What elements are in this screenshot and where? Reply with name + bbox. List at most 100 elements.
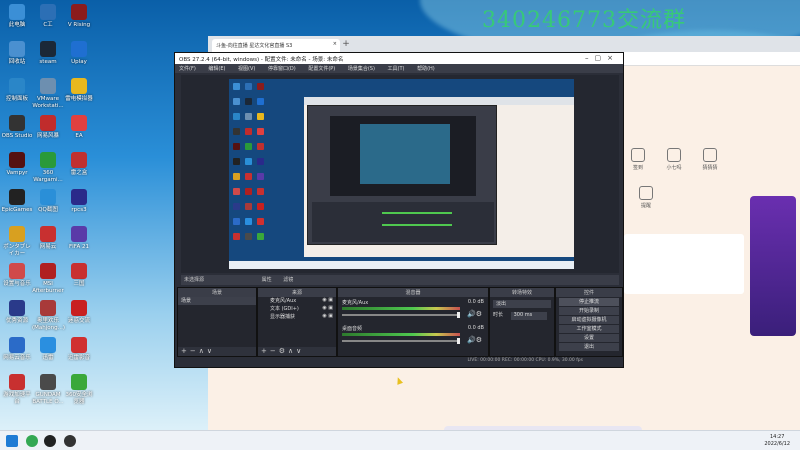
- studio-mode-button[interactable]: 工作室模式: [559, 325, 619, 333]
- desktop-icon[interactable]: ポンタブレイカー: [1, 226, 33, 258]
- preview-meter: [382, 212, 452, 214]
- menu-item[interactable]: 视图(V): [238, 66, 255, 72]
- preview-desktop-icon: [245, 113, 252, 120]
- desktop-icon[interactable]: 雷之盒: [63, 152, 95, 177]
- slider-knob[interactable]: [457, 312, 460, 318]
- desktop-icon[interactable]: steam: [32, 41, 64, 66]
- obs-preview[interactable]: [181, 75, 619, 273]
- desktop-icon[interactable]: FIFA 21: [63, 226, 95, 251]
- app-icon: [9, 78, 25, 94]
- preview-desktop-icon: [245, 83, 252, 90]
- desktop-icon[interactable]: 雷电模拟器: [63, 78, 95, 103]
- menu-item[interactable]: 配置文件(P): [308, 66, 335, 72]
- desktop-icon[interactable]: 迅雷影音: [63, 337, 95, 362]
- menu-item[interactable]: 编辑(E): [208, 66, 225, 72]
- slider-knob[interactable]: [457, 338, 460, 344]
- gift-banner[interactable]: [750, 196, 796, 336]
- app-icon: [9, 4, 25, 20]
- sources-dock: 来源 麦克风/Aux ◉ ▣ 文本 (GDI+) ◉ ▣ 显示器捕获 ◉ ▣ +−⚙∧…: [257, 287, 337, 357]
- filters-button[interactable]: 滤镜: [283, 277, 293, 283]
- desktop-icon[interactable]: Vampyr: [1, 152, 33, 177]
- desktop-icon[interactable]: OBS Studio: [1, 115, 33, 140]
- app-icon: [9, 115, 25, 131]
- volume-slider[interactable]: [342, 338, 460, 344]
- sources-toolbar[interactable]: +−⚙∧∨: [258, 347, 336, 356]
- quick-button[interactable]: 小七吗: [656, 148, 692, 171]
- start-icon[interactable]: [6, 435, 18, 447]
- source-item[interactable]: 文本 (GDI+) ◉ ▣: [258, 305, 336, 313]
- desktop-icon[interactable]: 游戏加速平台: [1, 374, 33, 406]
- desktop-icon-label: EA: [75, 133, 83, 139]
- source-item[interactable]: 显示器捕获 ◉ ▣: [258, 313, 336, 321]
- desktop-icon-label: QQ截图: [38, 207, 58, 213]
- browser-icon[interactable]: [26, 435, 38, 447]
- desktop-icon[interactable]: V Rising: [63, 4, 95, 29]
- source-item[interactable]: 麦克风/Aux ◉ ▣: [258, 297, 336, 305]
- scenes-toolbar[interactable]: +−∧∨: [178, 347, 256, 356]
- eye-icon[interactable]: ◉ ▣: [322, 297, 333, 303]
- quick-button[interactable]: 签到: [620, 148, 656, 171]
- scene-item[interactable]: 场景: [178, 297, 256, 305]
- exit-button[interactable]: 退出: [559, 343, 619, 351]
- new-tab-button[interactable]: +: [340, 39, 352, 52]
- settings-button[interactable]: 设置: [559, 334, 619, 342]
- menu-item[interactable]: 文件(F): [179, 66, 196, 72]
- duration-input[interactable]: 300 ms: [510, 312, 547, 320]
- desktop-icon[interactable]: GUNDAM BATTLE O...: [32, 374, 64, 406]
- desktop-icon[interactable]: VMware Workstati...: [32, 78, 64, 110]
- menu-item[interactable]: 帮助(H): [417, 66, 435, 72]
- app-icon: [9, 226, 25, 242]
- desktop-icon[interactable]: Uplay: [63, 41, 95, 66]
- desktop-icon[interactable]: 优秀资源: [1, 300, 33, 325]
- eye-icon[interactable]: ◉ ▣: [322, 313, 333, 319]
- mixer-channel: 麦克风/Aux 0.0 dB 🔊⚙: [338, 297, 488, 323]
- qq-icon[interactable]: [44, 435, 56, 447]
- desktop-icon[interactable]: MSI Afterburner: [32, 263, 64, 295]
- speaker-icon[interactable]: 🔊⚙: [467, 336, 482, 344]
- preview-browser: [304, 97, 574, 257]
- desktop-icon[interactable]: 网易云音乐: [1, 337, 33, 362]
- desktop-icon[interactable]: QQ截图: [32, 189, 64, 214]
- quick-button[interactable]: 提醒: [628, 186, 664, 209]
- desktop-icon[interactable]: 奥里欢乐 (Mahjong...): [32, 300, 65, 332]
- desktop-icon[interactable]: 控制面板: [1, 78, 33, 103]
- desktop-icon[interactable]: 回收站: [1, 41, 33, 66]
- tab-title: 斗鱼-向往直播 星达文化官直播 S3: [216, 43, 293, 49]
- menu-item[interactable]: 工具(T): [388, 66, 405, 72]
- desktop-icon-label: EpicGames: [1, 207, 33, 213]
- desktop-icon[interactable]: 360安全浏览器: [63, 374, 95, 406]
- taskbar-clock[interactable]: 14:27 2022/6/12: [764, 434, 790, 448]
- preview-desktop-icon: [245, 188, 252, 195]
- virtual-camera-button[interactable]: 启动虚拟摄像机: [559, 316, 619, 324]
- desktop-icon[interactable]: rpcs3: [63, 189, 95, 214]
- quick-button[interactable]: 猜猜猜: [692, 148, 728, 171]
- start-record-button[interactable]: 开始录制: [559, 307, 619, 315]
- menu-item[interactable]: 场景集合(S): [348, 66, 375, 72]
- obs-icon[interactable]: [64, 435, 76, 447]
- desktop-icon[interactable]: 迅雷: [32, 337, 64, 362]
- browser-tab[interactable]: 斗鱼-向往直播 星达文化官直播 S3 ×: [212, 39, 340, 52]
- transition-select[interactable]: 淡出: [493, 300, 551, 308]
- preview-desktop-icon: [245, 233, 252, 240]
- menu-item[interactable]: 停靠窗口(D): [268, 66, 296, 72]
- window-controls[interactable]: –▢×: [585, 54, 619, 62]
- properties-button[interactable]: 属性: [262, 277, 272, 283]
- desktop-icon[interactable]: 迷惑交流: [63, 300, 95, 325]
- desktop-icon[interactable]: 网易风暴: [32, 115, 64, 140]
- close-tab-icon[interactable]: ×: [333, 41, 337, 47]
- desktop-icon[interactable]: 三国: [63, 263, 95, 288]
- desktop-icon[interactable]: 网易云: [32, 226, 64, 251]
- eye-icon[interactable]: ◉ ▣: [322, 305, 333, 311]
- desktop-icon[interactable]: EA: [63, 115, 95, 140]
- desktop-icon[interactable]: 此电脑: [1, 4, 33, 29]
- desktop-icon[interactable]: 360 Wargami...: [32, 152, 64, 184]
- stop-stream-button[interactable]: 停止推流: [559, 298, 619, 306]
- preview-capture: [229, 79, 574, 269]
- desktop-icon[interactable]: 设置与音乐: [1, 263, 33, 288]
- desktop-icon[interactable]: C工: [32, 4, 64, 29]
- volume-slider[interactable]: [342, 312, 460, 318]
- speaker-icon[interactable]: 🔊⚙: [467, 310, 482, 318]
- app-icon: [40, 41, 56, 57]
- desktop-icon[interactable]: EpicGames: [1, 189, 33, 214]
- preview-desktop-icon: [233, 98, 240, 105]
